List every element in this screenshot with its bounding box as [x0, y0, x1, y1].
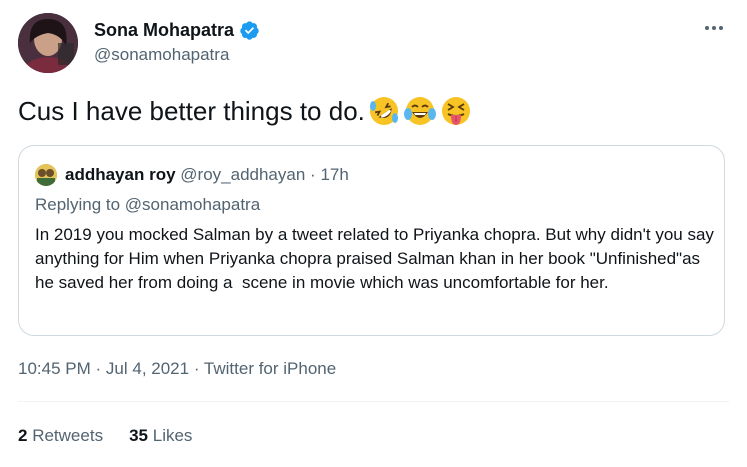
- verified-badge-icon: [239, 20, 260, 41]
- quoted-tweet[interactable]: addhayan roy @roy_addhayan · 17h Replyin…: [18, 145, 725, 336]
- meta-separator: ·: [193, 359, 200, 378]
- quoted-author-avatar[interactable]: [35, 164, 57, 186]
- rolling-on-floor-laughing-icon: [367, 94, 401, 128]
- retweets-label: Retweets: [32, 426, 104, 445]
- author-name-row[interactable]: Sona Mohapatra: [94, 20, 260, 41]
- tweet-source[interactable]: Twitter for iPhone: [204, 359, 336, 378]
- quoted-author-handle[interactable]: @roy_addhayan: [180, 165, 305, 184]
- squinting-tongue-icon: [439, 94, 473, 128]
- tweet-date[interactable]: Jul 4, 2021: [106, 359, 189, 378]
- quoted-header: addhayan roy @roy_addhayan · 17h: [65, 164, 349, 186]
- tweet-meta: 10:45 PM · Jul 4, 2021 · Twitter for iPh…: [18, 359, 336, 379]
- likes-stat[interactable]: 35 Likes: [129, 426, 192, 446]
- tweet-time[interactable]: 10:45 PM: [18, 359, 91, 378]
- more-horizontal-icon[interactable]: [699, 14, 729, 42]
- tweet-detail: Sona Mohapatra @sonamohapatra Cus I have…: [0, 0, 747, 467]
- quoted-separator: ·: [310, 165, 316, 184]
- author-name[interactable]: Sona Mohapatra: [94, 20, 234, 41]
- likes-count: 35: [129, 426, 148, 445]
- divider: [18, 401, 729, 402]
- tweet-stats: 2 Retweets 35 Likes: [18, 426, 192, 446]
- author-avatar[interactable]: [18, 13, 78, 73]
- author-handle[interactable]: @sonamohapatra: [94, 45, 229, 65]
- meta-separator: ·: [95, 359, 102, 378]
- quoted-author-name[interactable]: addhayan roy: [65, 165, 176, 184]
- tweet-text-content: Cus I have better things to do.: [18, 96, 365, 126]
- likes-label: Likes: [152, 426, 193, 445]
- tweet-text: Cus I have better things to do.: [18, 93, 473, 129]
- retweets-count: 2: [18, 426, 28, 445]
- quoted-time[interactable]: 17h: [320, 165, 348, 184]
- tears-of-joy-icon: [403, 94, 437, 128]
- quoted-replying-to: Replying to @sonamohapatra: [35, 195, 261, 214]
- retweets-stat[interactable]: 2 Retweets: [18, 426, 103, 446]
- quoted-text: In 2019 you mocked Salman by a tweet rel…: [35, 225, 719, 292]
